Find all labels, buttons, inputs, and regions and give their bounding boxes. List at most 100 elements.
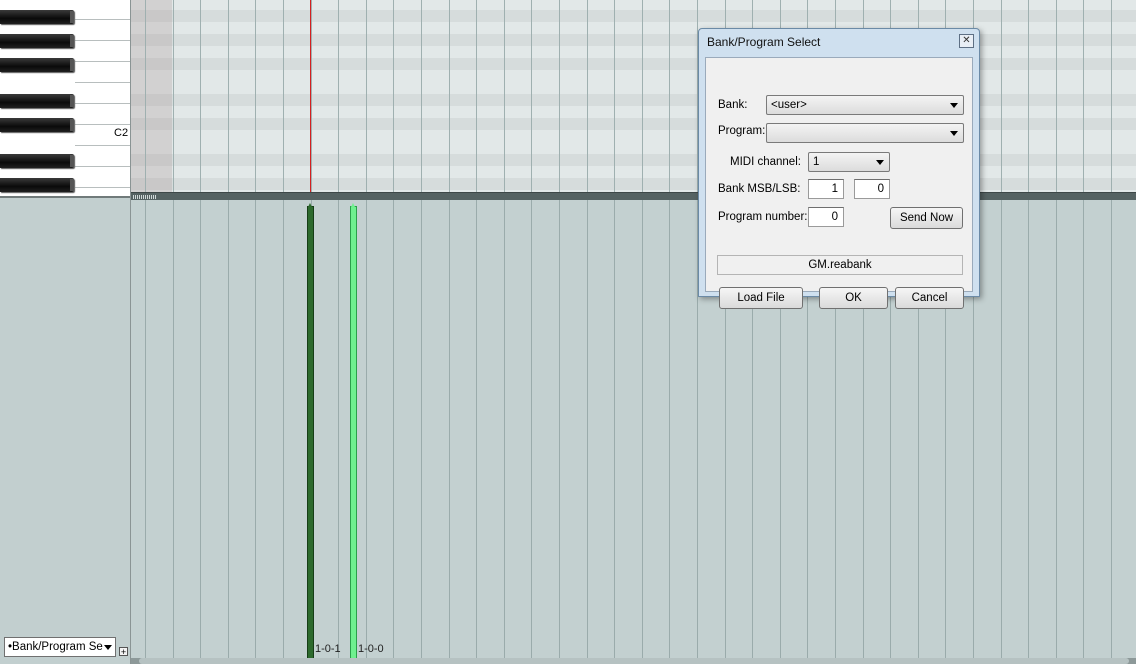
grid-line — [393, 200, 394, 658]
event-label: 1-0-1 — [315, 643, 341, 655]
grid-line — [228, 200, 229, 658]
grid-line — [669, 200, 670, 658]
loop-region-shade — [131, 0, 172, 192]
bank-msb-input[interactable]: 1 — [808, 179, 844, 199]
white-key-divider — [75, 187, 130, 188]
grid-line — [421, 0, 422, 192]
grid-line — [587, 0, 588, 192]
bank-program-dialog[interactable]: Bank/Program Select ✕ Bank: <user> Progr… — [698, 28, 980, 309]
scrollbar-thumb[interactable] — [139, 658, 1129, 664]
close-icon: ✕ — [962, 35, 971, 46]
cc-lane[interactable]: 1-0-1 1-0-0 — [131, 200, 1136, 658]
bank-program-event[interactable] — [350, 203, 357, 658]
horizontal-scrollbar[interactable] — [131, 658, 1136, 664]
midi-channel-value: 1 — [813, 156, 820, 168]
send-now-button[interactable]: Send Now — [890, 207, 963, 229]
grid-row-stripe — [131, 154, 1136, 166]
bank-lsb-input[interactable]: 0 — [854, 179, 890, 199]
grid-line — [642, 200, 643, 658]
load-file-button[interactable]: Load File — [719, 287, 803, 309]
white-key-divider — [75, 61, 130, 62]
bank-msb-lsb-label: Bank MSB/LSB: — [718, 183, 801, 195]
grid-line — [255, 0, 256, 192]
white-key-divider — [75, 145, 130, 146]
dialog-title: Bank/Program Select — [707, 35, 821, 49]
grid-line — [283, 0, 284, 192]
lane-type-dropdown[interactable]: •Bank/Program Se — [4, 637, 116, 657]
lane-type-value: •Bank/Program Se — [8, 641, 103, 653]
grid-line — [255, 200, 256, 658]
dialog-body: Bank: <user> Program: MIDI channel: 1 Ba… — [705, 57, 973, 309]
grid-row-stripe — [131, 34, 1136, 46]
grid-line — [311, 0, 312, 192]
add-lane-button[interactable]: + — [119, 647, 128, 657]
bank-label: Bank: — [718, 99, 748, 111]
grid-line — [228, 0, 229, 192]
bank-value: <user> — [771, 99, 807, 111]
note-label-c2: C2 — [114, 127, 129, 139]
chevron-down-icon — [104, 645, 112, 650]
play-cursor — [310, 0, 311, 200]
grid-line — [366, 200, 367, 658]
grid-line — [173, 0, 174, 192]
grid-line — [366, 0, 367, 192]
black-key[interactable] — [0, 118, 74, 132]
grid-line — [1001, 200, 1002, 658]
grid-line — [1083, 200, 1084, 658]
grid-line — [642, 0, 643, 192]
white-key-divider — [75, 19, 130, 20]
black-key[interactable] — [0, 58, 74, 72]
grid-line — [504, 200, 505, 658]
ok-button[interactable]: OK — [819, 287, 888, 309]
program-number-input[interactable]: 0 — [808, 207, 844, 227]
grid-line — [1083, 0, 1084, 192]
program-dropdown[interactable] — [766, 123, 964, 143]
grid-line — [531, 0, 532, 192]
lane-header-area — [0, 198, 131, 664]
grid-line — [559, 200, 560, 658]
chevron-down-icon — [950, 103, 958, 108]
piano-keyboard[interactable]: C2 — [0, 0, 131, 198]
black-key[interactable] — [0, 178, 74, 192]
white-key-divider — [75, 40, 130, 41]
program-number-label: Program number: — [718, 211, 808, 223]
bank-program-event[interactable] — [307, 203, 314, 658]
black-key[interactable] — [0, 94, 74, 108]
grid-row-stripe — [131, 10, 1136, 22]
grid-line — [1111, 200, 1112, 658]
grid-row-stripe — [131, 58, 1136, 70]
note-grid[interactable] — [131, 0, 1136, 192]
grid-line — [145, 0, 146, 192]
grid-row-stripe — [131, 178, 1136, 190]
midi-channel-label: MIDI channel: — [730, 156, 801, 168]
grid-line — [338, 0, 339, 192]
grid-line — [338, 200, 339, 658]
event-label: 1-0-0 — [358, 643, 384, 655]
grid-row-stripe — [131, 118, 1136, 130]
chevron-down-icon — [876, 160, 884, 165]
grid-line — [531, 200, 532, 658]
grid-line — [393, 0, 394, 192]
divider-grip-handle[interactable] — [133, 195, 157, 199]
grid-line — [669, 0, 670, 192]
grid-line — [449, 0, 450, 192]
program-label: Program: — [718, 125, 766, 137]
black-key[interactable] — [0, 10, 74, 24]
grid-line — [1056, 200, 1057, 658]
black-key[interactable] — [0, 154, 74, 168]
close-button[interactable]: ✕ — [959, 34, 974, 48]
grid-line — [504, 0, 505, 192]
chevron-down-icon — [950, 131, 958, 136]
grid-line — [200, 0, 201, 192]
midi-channel-dropdown[interactable]: 1 — [808, 152, 890, 172]
bank-dropdown[interactable]: <user> — [766, 95, 964, 115]
black-key[interactable] — [0, 34, 74, 48]
white-key-divider — [75, 82, 130, 83]
white-key-divider — [75, 103, 130, 104]
white-key-divider — [75, 166, 130, 167]
grid-line — [173, 200, 174, 658]
grid-line — [200, 200, 201, 658]
grid-line — [1111, 0, 1112, 192]
cancel-button[interactable]: Cancel — [895, 287, 964, 309]
grid-line — [614, 200, 615, 658]
